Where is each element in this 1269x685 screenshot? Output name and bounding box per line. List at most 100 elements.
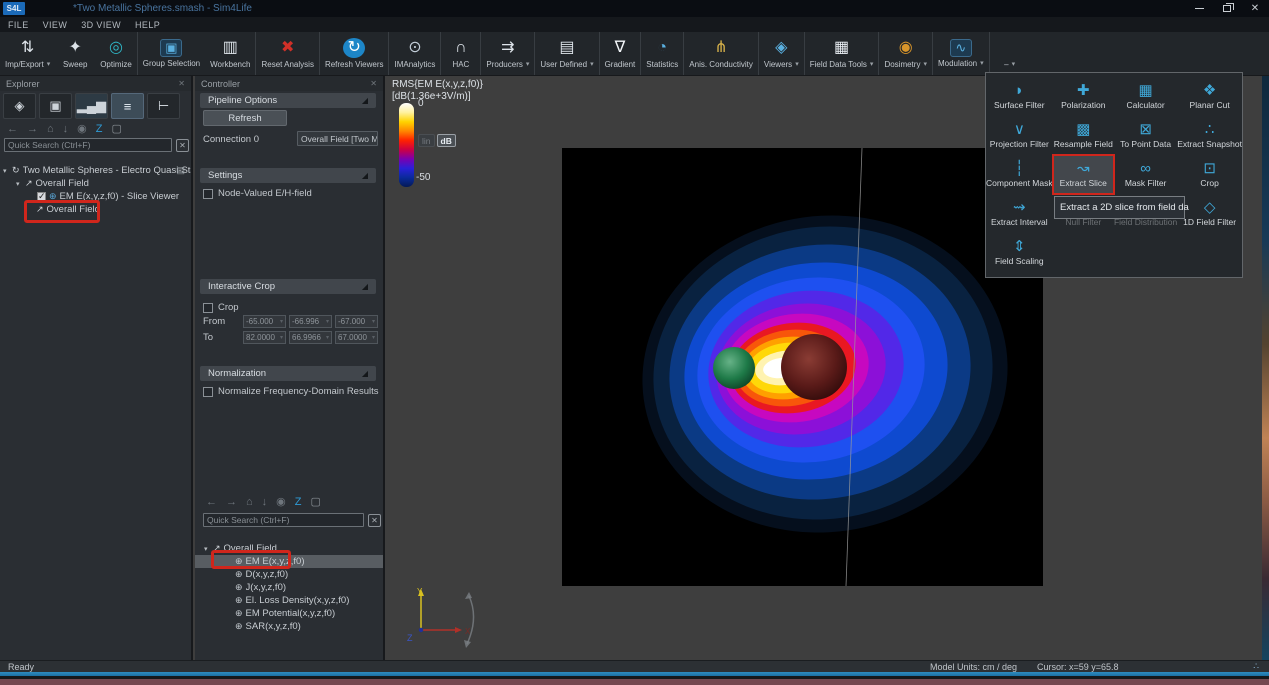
menu-item[interactable]: 3D VIEW bbox=[81, 20, 121, 30]
number-field[interactable]: -65.000 ▾ bbox=[243, 315, 286, 328]
spinner-arrow-icon[interactable]: ▾ bbox=[280, 334, 283, 341]
visibility-icon[interactable]: ◉ bbox=[276, 497, 286, 508]
clear-search-icon[interactable]: ✕ bbox=[176, 139, 189, 152]
pipeline-options-section[interactable]: Pipeline Options ◢ bbox=[200, 93, 376, 108]
toolbar-button[interactable]: ⇅ Imp/Export▾ bbox=[0, 32, 55, 75]
toolbar-button[interactable]: ▥ Workbench▾ bbox=[205, 32, 256, 75]
chevron-down-icon[interactable]: ▾ bbox=[870, 60, 874, 68]
controller-close-icon[interactable]: ✕ bbox=[370, 79, 377, 88]
explorer-close-icon[interactable]: ✕ bbox=[178, 79, 185, 88]
number-field[interactable]: -67.000 ▾ bbox=[335, 315, 378, 328]
toolbar-button[interactable]: ◔ Statistics▾ bbox=[641, 32, 684, 75]
toolbar-button[interactable]: ∩ HAC▾ bbox=[441, 32, 481, 75]
toolbar-button[interactable]: ✦ Sweep▾ bbox=[55, 32, 95, 75]
tree-row[interactable]: ▾ ↻ Two Metallic Spheres - Electro Quasi… bbox=[0, 164, 191, 177]
field-tool-item[interactable]: ↝ Extract Slice bbox=[1053, 155, 1114, 194]
close-button[interactable]: ✕ bbox=[1241, 0, 1269, 17]
field-tool-item[interactable]: ∨ Projection Filter bbox=[986, 116, 1053, 155]
simulation-tab[interactable]: ▣ bbox=[39, 93, 72, 119]
collapse-icon[interactable]: ◢ bbox=[362, 282, 368, 291]
field-tool-item[interactable]: ▩ Resample Field bbox=[1053, 116, 1114, 155]
search-input[interactable] bbox=[203, 513, 364, 527]
chevron-down-icon[interactable]: ▾ bbox=[526, 60, 530, 68]
number-field[interactable]: 82.0000 ▾ bbox=[243, 331, 286, 344]
toolbar-button[interactable]: ∿ Modulation▾ bbox=[933, 32, 990, 75]
spinner-arrow-icon[interactable]: ▾ bbox=[326, 318, 329, 325]
clear-search-icon[interactable]: ✕ bbox=[368, 514, 381, 527]
zoom-icon[interactable]: Z bbox=[96, 124, 103, 135]
unit-toggle-button[interactable]: dB bbox=[437, 134, 456, 147]
field-tool-item[interactable]: ⊠ To Point Data bbox=[1114, 116, 1177, 155]
toolbar-button[interactable]: ↻ Refresh Viewers▾ bbox=[320, 32, 390, 75]
chevron-down-icon[interactable]: ▾ bbox=[47, 60, 51, 68]
field-tool-item[interactable]: ∴ Extract Snapshot bbox=[1177, 116, 1242, 155]
down-arrow-icon[interactable]: ↓ bbox=[63, 124, 69, 135]
toolbar-button[interactable]: ∇ Gradient▾ bbox=[600, 32, 642, 75]
search-input[interactable] bbox=[4, 138, 172, 152]
collapse-icon[interactable]: ◢ bbox=[362, 171, 368, 180]
toolbar-button[interactable]: ◉ Dosimetry▾ bbox=[879, 32, 933, 75]
selection-box-icon[interactable]: ▢ bbox=[311, 497, 321, 508]
toolbar-button[interactable]: ▣ Group Selection▾ bbox=[138, 32, 205, 75]
chevron-down-icon[interactable]: ▾ bbox=[923, 60, 927, 68]
properties-tab[interactable]: ≡ bbox=[111, 93, 144, 119]
spinner-arrow-icon[interactable]: ▾ bbox=[280, 318, 283, 325]
chevron-down-icon[interactable]: ▾ bbox=[590, 60, 594, 68]
menu-item[interactable]: VIEW bbox=[43, 20, 68, 30]
tree-row[interactable]: ⊕ J(x,y,z,f0) bbox=[195, 581, 383, 594]
home-icon[interactable]: ⌂ bbox=[246, 497, 253, 508]
minimize-button[interactable] bbox=[1185, 0, 1213, 17]
chevron-down-icon[interactable]: ▾ bbox=[795, 60, 799, 68]
field-tool-item[interactable]: ⇝ Extract Interval bbox=[986, 194, 1053, 233]
resize-grip-icon[interactable]: ∴ bbox=[1253, 661, 1259, 672]
renderer-icon[interactable]: ▤ bbox=[176, 165, 185, 176]
field-tool-item[interactable]: ❖ Planar Cut bbox=[1177, 77, 1242, 116]
tree-row[interactable]: ▾ ↗ Overall Field bbox=[0, 177, 191, 190]
field-tool-item[interactable]: ┆ Component Mask bbox=[986, 155, 1053, 194]
number-field[interactable]: 66.9966 ▾ bbox=[289, 331, 332, 344]
tree-row[interactable]: ⊕ El. Loss Density(x,y,z,f0) bbox=[195, 594, 383, 607]
forward-icon[interactable]: → bbox=[226, 497, 237, 508]
restore-button[interactable] bbox=[1213, 0, 1241, 17]
node-valued-checkbox[interactable] bbox=[203, 189, 213, 199]
hierarchy-tab[interactable]: ⊢ bbox=[147, 93, 180, 119]
field-tool-item[interactable]: ∞ Mask Filter bbox=[1114, 155, 1177, 194]
toolbar-button[interactable]: ◎ Optimize▾ bbox=[95, 32, 138, 75]
number-field[interactable]: 67.0000 ▾ bbox=[335, 331, 378, 344]
crop-checkbox[interactable] bbox=[203, 303, 213, 313]
visibility-icon[interactable]: ◉ bbox=[77, 124, 87, 135]
unit-toggle-button[interactable]: lin bbox=[418, 134, 435, 147]
analysis-tab[interactable]: ▂▄▆ bbox=[75, 93, 108, 119]
field-render-area[interactable] bbox=[562, 148, 1043, 586]
expander-icon[interactable]: ▾ bbox=[16, 180, 25, 188]
field-tool-item[interactable]: ⊡ Crop bbox=[1177, 155, 1242, 194]
tree-row[interactable]: ⊕ SAR(x,y,z,f0) bbox=[195, 620, 383, 633]
zoom-icon[interactable]: Z bbox=[295, 497, 302, 508]
chevron-down-icon[interactable]: ▾ bbox=[1012, 60, 1016, 68]
tree-row[interactable]: ⊕ EM Potential(x,y,z,f0) bbox=[195, 607, 383, 620]
number-field[interactable]: -66.996 ▾ bbox=[289, 315, 332, 328]
chevron-down-icon[interactable]: ▾ bbox=[980, 59, 984, 67]
field-tool-item[interactable]: ◗ Surface Filter bbox=[986, 77, 1053, 116]
spinner-arrow-icon[interactable]: ▾ bbox=[326, 334, 329, 341]
menu-item[interactable]: FILE bbox=[8, 20, 29, 30]
toolbar-button[interactable]: ▤ User Defined▾ bbox=[535, 32, 599, 75]
back-icon[interactable]: ← bbox=[206, 497, 217, 508]
field-tool-item[interactable]: ◇ 1D Field Filter bbox=[1177, 194, 1242, 233]
toolbar-button[interactable]: ✖ Reset Analysis▾ bbox=[256, 32, 319, 75]
forward-icon[interactable]: → bbox=[27, 124, 38, 135]
spinner-arrow-icon[interactable]: ▾ bbox=[372, 334, 375, 341]
normalize-checkbox[interactable] bbox=[203, 387, 213, 397]
toolbar-button[interactable]: ◈ Viewers▾ bbox=[759, 32, 805, 75]
menu-item[interactable]: HELP bbox=[135, 20, 160, 30]
toolbar-button[interactable]: ⇉ Producers▾ bbox=[481, 32, 535, 75]
field-tool-item[interactable]: ⇕ Field Scaling bbox=[986, 233, 1053, 272]
back-icon[interactable]: ← bbox=[7, 124, 18, 135]
tree-row[interactable]: ⊕ D(x,y,z,f0) bbox=[195, 568, 383, 581]
selection-box-icon[interactable]: ▢ bbox=[112, 124, 122, 135]
toolbar-button[interactable]: –▾ bbox=[990, 32, 1030, 75]
field-tool-item[interactable]: ✚ Polarization bbox=[1053, 77, 1114, 116]
connection-dropdown[interactable]: Overall Field [Two Me ▾ bbox=[297, 131, 378, 146]
collapse-icon[interactable]: ◢ bbox=[362, 369, 368, 378]
interactive-crop-section[interactable]: Interactive Crop ◢ bbox=[200, 279, 376, 294]
